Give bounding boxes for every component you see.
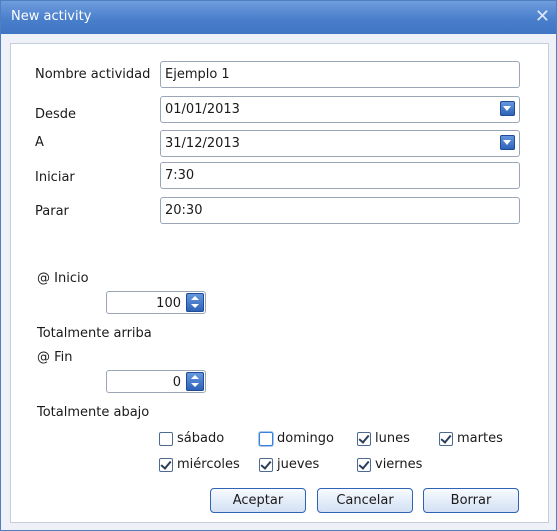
day-label: lunes xyxy=(375,431,410,446)
delete-button[interactable]: Borrar xyxy=(423,488,519,513)
end-position-value: 0 xyxy=(172,375,181,390)
start-position-value: 100 xyxy=(156,296,181,311)
activity-name-label: Nombre actividad xyxy=(35,67,151,82)
day-label: miércoles xyxy=(177,457,240,472)
day-checkbox-martes[interactable]: martes xyxy=(439,431,503,446)
spin-arrows-icon[interactable] xyxy=(186,293,204,312)
activity-name-input[interactable]: Ejemplo 1 xyxy=(160,61,520,88)
end-position-label: @ Fin xyxy=(37,350,73,365)
checkbox-icon[interactable] xyxy=(259,431,273,446)
checkbox-checked-icon[interactable] xyxy=(357,431,371,446)
chevron-down-icon[interactable] xyxy=(500,135,515,150)
chevron-down-icon[interactable] xyxy=(500,101,515,116)
window-title: New activity xyxy=(11,9,92,24)
start-position-note: Totalmente arriba xyxy=(37,326,152,341)
to-date-label: A xyxy=(35,135,44,150)
day-checkbox-viernes[interactable]: viernes xyxy=(357,457,422,472)
start-time-input[interactable]: 7:30 xyxy=(160,162,520,189)
day-checkbox-lunes[interactable]: lunes xyxy=(357,431,410,446)
stop-time-label: Parar xyxy=(35,204,69,219)
stop-time-input[interactable]: 20:30 xyxy=(160,197,520,224)
checkbox-checked-icon[interactable] xyxy=(159,457,173,472)
day-label: viernes xyxy=(375,457,423,472)
day-checkbox-domingo[interactable]: domingo xyxy=(259,431,334,446)
from-date-label: Desde xyxy=(35,107,77,122)
start-time-label: Iniciar xyxy=(35,170,75,185)
start-position-stepper[interactable]: 100 xyxy=(106,291,206,314)
dialog-body: Nombre actividad Ejemplo 1 Desde 01/01/2… xyxy=(10,43,549,523)
cancel-button[interactable]: Cancelar xyxy=(317,488,413,513)
day-label: sábado xyxy=(177,431,225,446)
day-checkbox-sabado[interactable]: sábado xyxy=(159,431,224,446)
checkbox-checked-icon[interactable] xyxy=(357,457,371,472)
checkbox-checked-icon[interactable] xyxy=(439,431,453,446)
end-position-note: Totalmente abajo xyxy=(37,405,150,420)
title-bar[interactable]: New activity ✕ xyxy=(1,1,556,34)
from-date-picker[interactable]: 01/01/2013 xyxy=(160,96,520,123)
end-position-stepper[interactable]: 0 xyxy=(106,370,206,393)
from-date-value: 01/01/2013 xyxy=(165,102,240,117)
day-label: domingo xyxy=(277,431,334,446)
day-label: martes xyxy=(457,431,503,446)
to-date-picker[interactable]: 31/12/2013 xyxy=(160,130,520,157)
day-label: jueves xyxy=(277,457,320,472)
start-position-label: @ Inicio xyxy=(37,271,89,286)
day-checkbox-miercoles[interactable]: miércoles xyxy=(159,457,240,472)
dialog-window: New activity ✕ Nombre actividad Ejemplo … xyxy=(0,0,557,531)
to-date-value: 31/12/2013 xyxy=(165,136,240,151)
spin-arrows-icon[interactable] xyxy=(186,372,204,391)
checkbox-checked-icon[interactable] xyxy=(259,457,273,472)
accept-button[interactable]: Aceptar xyxy=(210,488,306,513)
checkbox-icon[interactable] xyxy=(159,431,173,446)
day-checkbox-jueves[interactable]: jueves xyxy=(259,457,319,472)
close-icon[interactable]: ✕ xyxy=(535,6,550,27)
